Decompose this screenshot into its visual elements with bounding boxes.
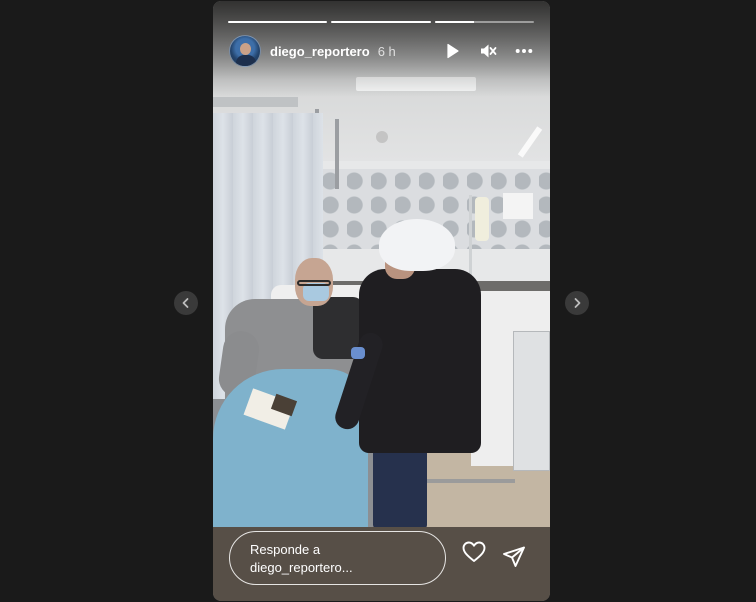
avatar[interactable] — [229, 35, 261, 67]
progress-segment — [331, 21, 431, 23]
share-button[interactable] — [502, 545, 526, 569]
reply-input[interactable]: Responde a diego_reportero... — [229, 531, 446, 585]
send-icon — [503, 546, 525, 567]
story-viewer: diego_reportero 6 h Responde a diego_rep… — [0, 0, 756, 602]
progress-fill — [434, 21, 475, 23]
progress-segment — [228, 21, 328, 23]
mute-button[interactable] — [478, 41, 498, 61]
progress-segment — [434, 21, 534, 23]
post-time: 6 h — [377, 43, 396, 59]
play-button[interactable] — [442, 41, 462, 61]
progress-fill — [331, 21, 431, 23]
speaker-muted-icon — [481, 44, 497, 58]
more-horizontal-icon — [515, 49, 533, 53]
play-icon — [447, 43, 459, 59]
like-button[interactable] — [461, 539, 487, 565]
username-link[interactable]: diego_reportero — [270, 44, 370, 59]
story-card[interactable]: diego_reportero 6 h Responde a diego_rep… — [213, 1, 550, 601]
more-options-button[interactable] — [514, 41, 534, 61]
story-progress-bar — [228, 21, 534, 23]
chevron-left-icon — [182, 298, 189, 308]
progress-fill — [228, 21, 328, 23]
story-controls — [442, 41, 534, 61]
previous-story-button[interactable] — [174, 291, 198, 315]
chevron-right-icon — [574, 298, 581, 308]
heart-icon — [462, 541, 486, 562]
story-header: diego_reportero 6 h — [229, 35, 534, 67]
next-story-button[interactable] — [565, 291, 589, 315]
